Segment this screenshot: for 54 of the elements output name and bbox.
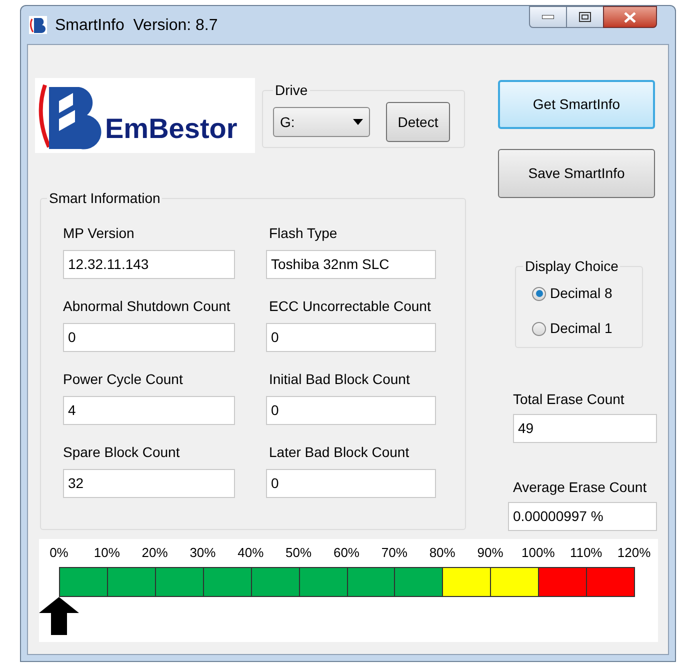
gauge-tick-label: 120%	[616, 544, 652, 562]
minimize-icon	[542, 15, 554, 19]
gauge-tick-label: 60%	[332, 544, 360, 562]
gauge-tick-label: 50%	[284, 544, 313, 562]
gauge-tick-label: 80%	[428, 544, 456, 562]
gauge-tick-label: 110%	[568, 544, 604, 562]
field-label: Abnormal Shutdown Count	[63, 297, 232, 316]
gauge-tick-label: 30%	[188, 544, 217, 562]
restore-icon	[579, 12, 591, 22]
gauge-tick-label: 10%	[92, 544, 121, 562]
value-field[interactable]: 32	[63, 469, 235, 498]
radio-option[interactable]: Decimal 8	[532, 283, 642, 304]
gauge-tick-label: 40%	[236, 544, 265, 562]
value-field[interactable]: 0	[266, 396, 436, 425]
average-erase-count-label: Average Erase Count	[513, 478, 648, 497]
minimize-button[interactable]	[529, 6, 567, 28]
field-label: ECC Uncorrectable Count	[269, 297, 432, 316]
radio-option[interactable]: Decimal 1	[532, 318, 642, 339]
value-field[interactable]: 12.32.11.143	[63, 250, 235, 279]
display-choice-label: Display Choice	[524, 257, 620, 276]
close-icon	[624, 12, 636, 22]
value-field[interactable]: 0	[266, 469, 436, 498]
gauge-tick-label: 100%	[520, 544, 556, 562]
logo-text: EmBestor	[105, 115, 238, 143]
window-title: SmartInfo Version: 8.7	[55, 16, 218, 36]
value-field[interactable]: 0	[266, 323, 436, 352]
radio-button[interactable]	[532, 286, 546, 300]
total-erase-count-field[interactable]: 49	[513, 414, 657, 443]
field-label: MP Version	[63, 224, 136, 243]
dropdown-arrow-icon	[353, 119, 363, 125]
field-label: Flash Type	[269, 224, 338, 243]
radio-button[interactable]	[532, 322, 546, 336]
gauge-tick-label: 90%	[476, 544, 504, 562]
total-erase-count-label: Total Erase Count	[513, 390, 626, 409]
gauge-tick-label: 20%	[140, 544, 169, 562]
app-icon	[29, 16, 47, 34]
value-field[interactable]: 4	[63, 396, 235, 425]
value-field[interactable]: Toshiba 32nm SLC	[266, 250, 436, 279]
maximize-button[interactable]	[567, 6, 603, 28]
close-button[interactable]	[603, 6, 657, 28]
field-label: Power Cycle Count	[63, 370, 184, 389]
gauge-tick-label: 0%	[48, 544, 70, 562]
field-label: Later Bad Block Count	[269, 443, 410, 462]
gauge-tick-label: 70%	[380, 544, 408, 562]
average-erase-count-field[interactable]: 0.00000997 %	[508, 502, 657, 531]
field-label: Spare Block Count	[63, 443, 181, 462]
drive-label: Drive	[274, 81, 309, 100]
field-label: Initial Bad Block Count	[269, 370, 411, 389]
detect-button[interactable]: Detect	[386, 102, 450, 142]
action-button[interactable]: Get SmartInfo	[498, 80, 655, 129]
smart-information-label: Smart Information	[48, 189, 162, 208]
value-field[interactable]: 0	[63, 323, 235, 352]
action-button[interactable]: Save SmartInfo	[498, 149, 655, 198]
drive-dropdown[interactable]: G:	[273, 107, 370, 137]
